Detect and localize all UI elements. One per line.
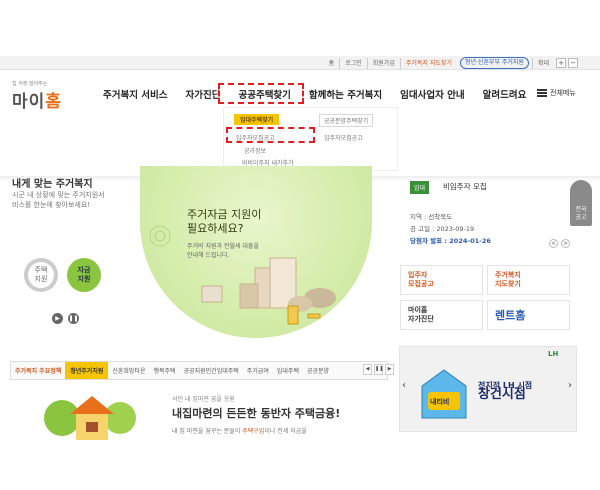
lh-banner-title: 창건시점 bbox=[478, 387, 526, 402]
zoom-label: 확대 bbox=[531, 57, 554, 69]
tab-youth-housing[interactable]: 청년주거지원 bbox=[65, 362, 109, 379]
loan-title: 내집마련의 든든한 동반자 주택금융! bbox=[172, 407, 341, 420]
dropdown-vacancy-info[interactable]: 공가정보 bbox=[244, 146, 266, 155]
notice-next-button[interactable]: > bbox=[561, 239, 570, 248]
promo-sub-line2: 안내해 드립니다. bbox=[187, 252, 230, 259]
nav-rental-business[interactable]: 임대사업자 안내 bbox=[400, 87, 465, 101]
logo-tagline: 집 걱정 덜어주는 bbox=[12, 81, 48, 87]
lh-tv-icon bbox=[420, 368, 468, 420]
quick-link-recruitment[interactable]: 입주자 모집공고 bbox=[400, 265, 483, 295]
tabs-prev-button[interactable]: ◀ bbox=[363, 364, 372, 375]
logo-name: 마이홈 bbox=[12, 87, 62, 112]
lh-banner-next-button[interactable]: › bbox=[568, 380, 572, 391]
house-illustration bbox=[40, 388, 140, 440]
zoom-out-button[interactable]: − bbox=[568, 58, 578, 68]
signup-link[interactable]: 회원가입 bbox=[366, 57, 400, 69]
promo-sub-line1: 주거비 지원과 전월세 대출을 bbox=[187, 243, 259, 250]
dropdown-public-sale-housing[interactable]: 공공분양주택찾기 bbox=[319, 114, 374, 127]
loan-desc-highlight: 주택구입 bbox=[242, 428, 265, 435]
nav-housing-welfare[interactable]: 주거복지 서비스 bbox=[103, 87, 168, 101]
highlight-box-nav bbox=[218, 83, 304, 104]
tabs-pause-button[interactable]: ❚❚ bbox=[374, 364, 383, 375]
quick-link-welfare-map[interactable]: 주거복지 지도찾기 bbox=[487, 265, 570, 295]
hamburger-icon bbox=[537, 89, 547, 97]
top-links: 홈 로그인 회원가입 주거복지 지도찾기 청년·신혼부부 주거지원 확대 + − bbox=[324, 57, 578, 69]
fund-support-label: 자금 지원 bbox=[77, 266, 91, 283]
quick-link-welfare-map-label: 주거복지 지도찾기 bbox=[495, 271, 521, 288]
left-description: 시군 내 상황에 맞는 주거지원서비스를 한눈에 찾아보세요! bbox=[12, 191, 105, 209]
notice-location: 지역 : 선착북도 bbox=[410, 213, 453, 221]
nav-self-diagnosis[interactable]: 자가진단 bbox=[186, 87, 221, 101]
pause-button[interactable]: ❚❚ bbox=[68, 313, 79, 324]
tab-key-policy[interactable]: 주거복지 주요정책 bbox=[11, 366, 65, 375]
dropdown-rental-housing[interactable]: 임대주택찾기 bbox=[234, 114, 280, 125]
tabs-pager: ◀ ❚❚ ▶ bbox=[363, 364, 394, 375]
tab-happy-housing[interactable]: 행복주택 bbox=[150, 366, 180, 375]
nav-together-welfare[interactable]: 함께하는 주거복지 bbox=[309, 87, 382, 101]
quick-link-renthome-label: 렌트홈 bbox=[495, 308, 526, 322]
housing-support-label: 주택 지원 bbox=[34, 266, 48, 283]
policy-tabs: 주거복지 주요정책 청년주거지원 신혼희망타운 행복주택 공공지원민간임대주택 … bbox=[10, 361, 388, 380]
side-badge-label: 전국 공고 bbox=[575, 206, 587, 221]
tabs-next-button[interactable]: ▶ bbox=[385, 364, 394, 375]
notice-winner-date: 당첨자 발표 : 2024-01-26 bbox=[410, 237, 491, 245]
loan-desc-post: 이나 전세 자금을 bbox=[264, 428, 307, 435]
main-navigation: 주거복지 서비스 자가진단 공공주택찾기 함께하는 주거복지 임대사업자 안내 … bbox=[103, 87, 544, 101]
promo-title: 주거자금 지원이 필요하세요? bbox=[187, 208, 261, 236]
quick-link-self-diagnosis-label: 마이홈 자가진단 bbox=[408, 306, 434, 323]
tab-public-sale[interactable]: 공공분양 bbox=[303, 366, 333, 375]
fund-support-button[interactable]: 자금 지원 bbox=[67, 258, 101, 292]
promo-subtitle: 주거비 지원과 전월세 대출을 안내해 드립니다. bbox=[187, 242, 259, 260]
notice-tag: 임대 bbox=[410, 181, 430, 194]
logo-name-post: 홈 bbox=[45, 92, 62, 112]
tab-housing-benefit[interactable]: 주거급여 bbox=[243, 366, 273, 375]
tab-rental-housing[interactable]: 임대주택 bbox=[273, 366, 303, 375]
zoom-in-button[interactable]: + bbox=[556, 58, 566, 68]
housing-support-button[interactable]: 주택 지원 bbox=[24, 258, 58, 292]
house-icon bbox=[44, 396, 136, 440]
quick-link-self-diagnosis[interactable]: 마이홈 자가진단 bbox=[400, 300, 483, 330]
notice-date: 공 고일 : 2023-09-19 bbox=[410, 225, 475, 233]
quick-link-recruitment-label: 입주자 모집공고 bbox=[408, 271, 434, 288]
promo-title-line2: 필요하세요? bbox=[187, 222, 244, 235]
play-button[interactable]: ▶ bbox=[52, 313, 63, 324]
tab-private-rental[interactable]: 공공지원민간임대주택 bbox=[180, 366, 243, 375]
lh-banner-prev-button[interactable]: ‹ bbox=[402, 380, 406, 391]
welfare-map-link[interactable]: 주거복지 지도찾기 bbox=[399, 57, 457, 69]
top-utility-bar: 홈 로그인 회원가입 주거복지 지도찾기 청년·신혼부부 주거지원 확대 + − bbox=[0, 56, 600, 70]
promo-title-line1: 주거자금 지원이 bbox=[187, 208, 262, 221]
national-notice-badge[interactable]: 전국 공고 bbox=[570, 180, 592, 226]
loan-desc-pre: 내 집 마련을 꿈꾸는 분들이 bbox=[172, 428, 243, 435]
notice-title[interactable]: 비임주자 모집 bbox=[443, 181, 487, 192]
quick-link-renthome[interactable]: 렌트홈 bbox=[487, 300, 570, 330]
dropdown-sale-notice[interactable]: 입주자모집공고 bbox=[324, 133, 363, 142]
nav-notices[interactable]: 알려드려요 bbox=[483, 87, 527, 101]
login-link[interactable]: 로그인 bbox=[339, 57, 367, 69]
all-menu-label: 전체메뉴 bbox=[550, 89, 576, 97]
highlight-box-dropdown bbox=[226, 127, 315, 143]
loan-description: 내 집 마련을 꿈꾸는 분들이 주택구입이나 전세 자금을 bbox=[172, 426, 307, 435]
loan-subtitle: 서민 내 집마련 꿈을 응원 bbox=[172, 396, 235, 403]
left-heading: 내게 맞는 주거복지 bbox=[12, 179, 93, 190]
logo-name-pre: 마이 bbox=[12, 92, 46, 112]
site-logo[interactable]: 집 걱정 덜어주는 마이홈 bbox=[12, 80, 62, 112]
notice-prev-button[interactable]: < bbox=[549, 239, 558, 248]
youth-newlywed-link[interactable]: 청년·신혼부부 주거지원 bbox=[459, 57, 529, 69]
all-menu-button[interactable]: 전체메뉴 bbox=[537, 88, 576, 98]
tab-newlywed-town[interactable]: 신혼희망타운 bbox=[108, 366, 149, 375]
home-link[interactable]: 홈 bbox=[324, 58, 340, 69]
lh-logo: LH bbox=[548, 350, 559, 358]
lh-tv-badge: 내티비 bbox=[430, 398, 450, 406]
